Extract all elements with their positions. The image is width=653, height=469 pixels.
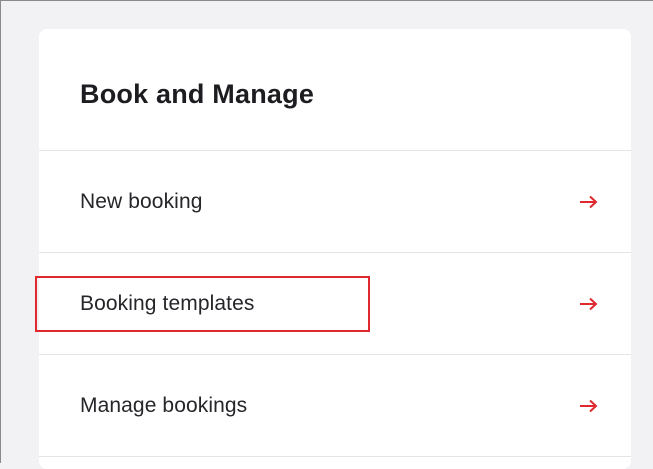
arrow-right-icon (577, 396, 601, 416)
card-title: Book and Manage (80, 79, 315, 109)
book-and-manage-card: Book and Manage New booking Booking temp… (35, 29, 631, 469)
arrow-right-icon (577, 192, 601, 212)
menu-item-label: Manage bookings (80, 393, 248, 417)
menu-item-new-booking[interactable]: New booking (39, 151, 631, 253)
menu-item-label: New booking (80, 189, 203, 213)
arrow-right-icon (577, 294, 601, 314)
card-header: Book and Manage (39, 29, 631, 151)
menu-item-booking-templates[interactable]: Booking templates (35, 253, 631, 355)
menu-item-label: Booking templates (80, 291, 255, 315)
menu-item-manage-bookings[interactable]: Manage bookings (39, 355, 631, 457)
